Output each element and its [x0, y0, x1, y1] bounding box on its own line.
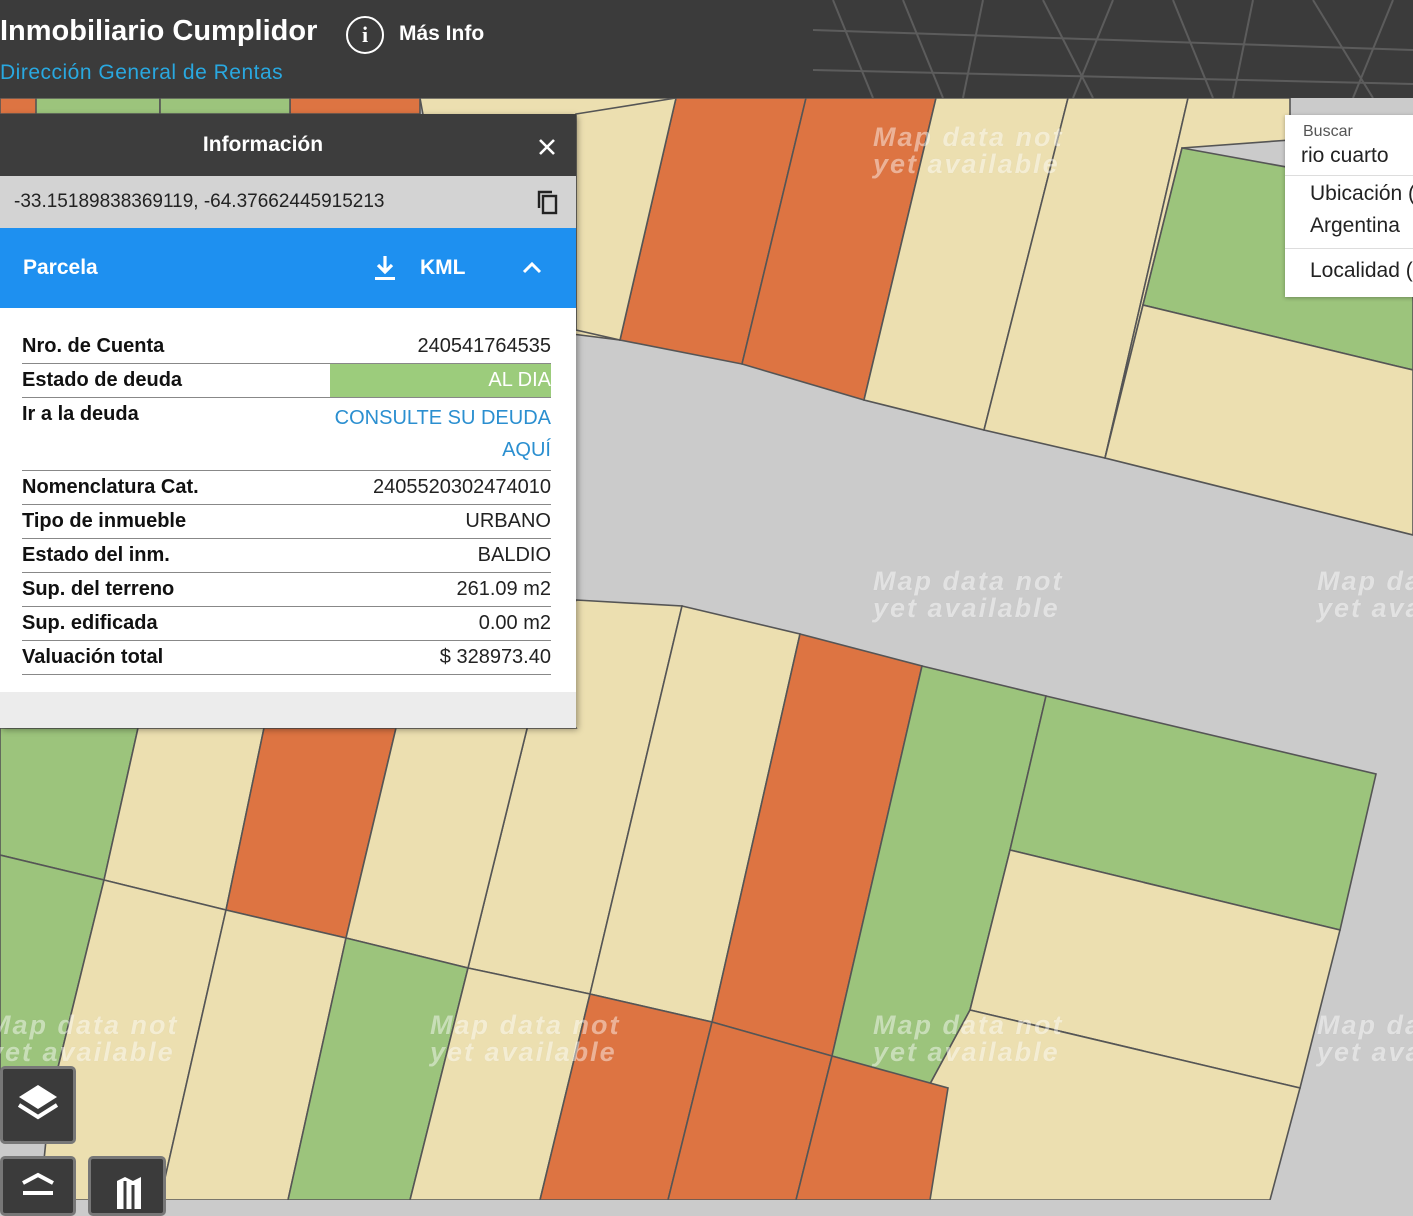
suggestion-item-ubicacion[interactable]: Ubicación (Argentina — [1310, 178, 1413, 242]
collapse-layers-icon — [22, 1172, 54, 1195]
table-row: Sup. del terreno 261.09 m2 — [22, 572, 551, 607]
app-header: Inmobiliario Cumplidor Dirección General… — [0, 0, 1413, 98]
map-watermark: Map data notyet available — [873, 122, 1064, 179]
more-info-link[interactable]: Más Info — [399, 20, 484, 48]
section-title: Parcela — [23, 256, 98, 279]
app-title: Inmobiliario Cumplidor — [0, 15, 318, 47]
kml-button[interactable]: KML — [420, 256, 466, 280]
chevron-up-icon[interactable] — [518, 254, 546, 282]
status-badge: AL DIA — [330, 363, 551, 398]
copy-icon[interactable] — [534, 188, 562, 216]
app-subtitle: Dirección General de Rentas — [0, 61, 284, 84]
search-label: Buscar — [1303, 123, 1353, 140]
layers-button[interactable] — [0, 1066, 76, 1144]
search-divider — [1285, 175, 1413, 176]
coordinates-text: -33.15189838369119, -64.37662445915213 — [14, 191, 385, 212]
table-row: Sup. edificada 0.00 m2 — [22, 606, 551, 641]
parcela-section-header[interactable]: Parcela KML — [0, 228, 576, 308]
download-icon[interactable] — [370, 253, 400, 283]
parcel — [289, 97, 421, 115]
map-watermark: Map data notyet available — [873, 1010, 1064, 1067]
debt-link[interactable]: CONSULTE SU DEUDA AQUÍ — [330, 397, 551, 471]
map-watermark: Map data notyet available — [873, 566, 1064, 623]
map-watermark: Map data notyet available — [1317, 1010, 1413, 1067]
info-panel: Información -33.15189838369119, -64.3766… — [0, 114, 576, 728]
coordinates-row: -33.15189838369119, -64.37662445915213 — [0, 176, 576, 228]
basemap-button[interactable] — [88, 1156, 166, 1216]
search-box[interactable]: Buscar Ubicación (Argentina Localidad ( — [1285, 115, 1413, 297]
table-row: Ir a la deuda CONSULTE SU DEUDA AQUÍ — [22, 397, 551, 471]
panel-header: Información — [0, 114, 576, 176]
parcel — [0, 97, 37, 115]
parcel-details: Nro. de Cuenta 240541764535 Estado de deu… — [0, 308, 576, 692]
map-watermark: Map data notyet available — [1317, 566, 1413, 623]
panel-title: Información — [202, 133, 324, 156]
table-row: Estado del inm. BALDIO — [22, 538, 551, 573]
table-row: Estado de deuda AL DIA — [22, 363, 551, 398]
table-row: Tipo de inmueble URBANO — [22, 504, 551, 539]
table-row: Nomenclatura Cat. 2405520302474010 — [22, 470, 551, 505]
header-pattern — [813, 0, 1413, 98]
map-watermark: Map data notyet available — [0, 1010, 179, 1067]
suggestion-divider — [1285, 248, 1413, 249]
parcel — [159, 97, 291, 115]
map-icon — [117, 1177, 141, 1209]
table-row: Valuación total $ 328973.40 — [22, 640, 551, 675]
legend-button[interactable] — [0, 1156, 76, 1216]
parcel-table: Nro. de Cuenta 240541764535 Estado de deu… — [22, 330, 551, 675]
table-row: Nro. de Cuenta 240541764535 — [22, 330, 551, 364]
search-input[interactable] — [1301, 143, 1413, 169]
layers-icon — [17, 1085, 59, 1120]
map-watermark: Map data notyet available — [430, 1010, 621, 1067]
suggestion-item-localidad[interactable]: Localidad ( — [1310, 255, 1413, 287]
info-circle-icon[interactable]: i — [346, 16, 384, 54]
close-icon[interactable] — [532, 132, 562, 162]
